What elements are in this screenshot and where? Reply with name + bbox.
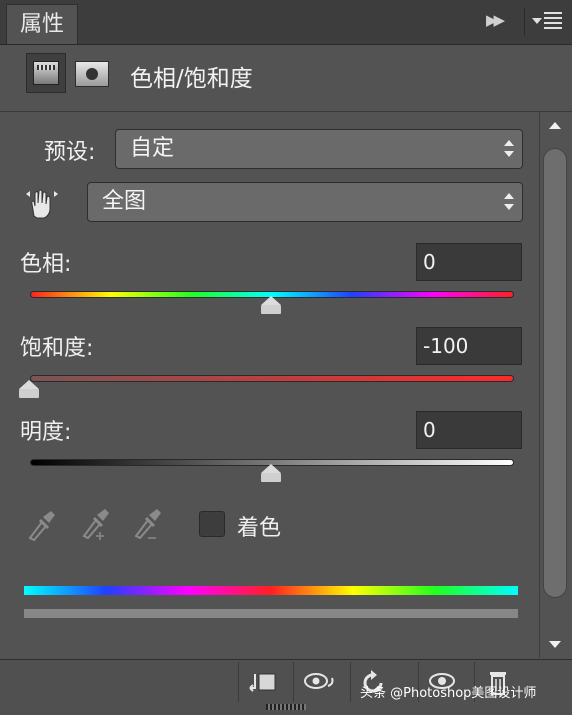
scroll-down-arrow-icon[interactable]: [549, 641, 561, 648]
output-color-spectrum: [24, 609, 518, 618]
hue-value-field[interactable]: 0: [416, 243, 522, 281]
hue-saturation-adjustment-icon[interactable]: [26, 53, 66, 93]
targeted-adjustment-hand-icon[interactable]: [24, 186, 60, 222]
lightness-label: 明度:: [20, 420, 72, 445]
view-previous-state-icon[interactable]: [293, 662, 339, 702]
colorize-checkbox[interactable]: [199, 511, 225, 537]
eyedropper-icon[interactable]: [26, 508, 58, 542]
preset-label: 预设:: [44, 140, 96, 165]
preset-select[interactable]: 自定: [115, 129, 523, 169]
panel-title: 色相/饱和度: [130, 66, 253, 92]
tab-properties[interactable]: 属性: [6, 4, 78, 44]
resize-grip[interactable]: [266, 704, 306, 710]
saturation-value-field[interactable]: -100: [416, 327, 522, 365]
lightness-value-field[interactable]: 0: [416, 411, 522, 449]
scrollbar-thumb[interactable]: [543, 148, 567, 598]
lightness-slider-thumb[interactable]: [261, 464, 281, 482]
divider: [524, 8, 525, 36]
saturation-slider-track[interactable]: [30, 375, 514, 382]
layer-mask-icon[interactable]: [75, 61, 109, 87]
clip-to-layer-icon[interactable]: [238, 662, 284, 702]
hue-label: 色相:: [20, 252, 72, 277]
panel-tab-bar: 属性 ▶▶: [0, 0, 572, 45]
eyedropper-minus-icon[interactable]: [132, 508, 164, 542]
hue-slider-thumb[interactable]: [261, 296, 281, 314]
saturation-slider-thumb[interactable]: [19, 380, 39, 398]
preset-value: 自定: [130, 136, 175, 161]
channel-value: 全图: [102, 189, 147, 214]
input-color-spectrum: [24, 586, 518, 595]
panel-menu-icon[interactable]: [532, 10, 562, 34]
watermark-text: 头条 @Photoshop美图设计师: [360, 686, 537, 701]
updown-arrow-icon: [504, 140, 514, 158]
colorize-label: 着色: [237, 516, 282, 541]
channel-select[interactable]: 全图: [87, 182, 523, 222]
adjustment-header: 色相/饱和度: [0, 45, 572, 112]
saturation-label: 饱和度:: [20, 336, 94, 361]
updown-arrow-icon: [504, 193, 514, 211]
double-chevron-right-icon[interactable]: ▶▶: [486, 11, 512, 33]
scroll-up-arrow-icon[interactable]: [549, 122, 561, 129]
eyedropper-plus-icon[interactable]: [80, 508, 112, 542]
